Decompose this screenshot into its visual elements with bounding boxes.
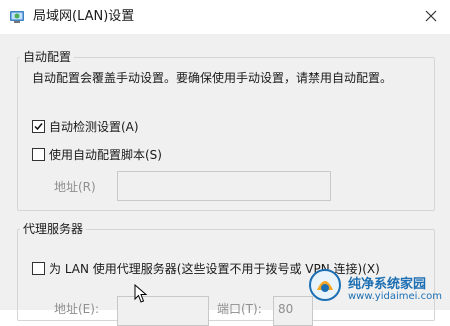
script-address-input[interactable] [117,171,331,201]
close-button[interactable] [417,3,445,29]
checkmark-icon [34,123,43,131]
proxy-address-label: 地址(E): [54,302,99,316]
auto-config-description: 自动配置会覆盖手动设置。要确保使用手动设置，请禁用自动配置。 [32,71,393,85]
watermark-logo-icon [309,269,341,301]
window-title: 局域网(LAN)设置 [33,9,135,24]
network-globe-icon [10,11,24,23]
auto-config-group-title: 自动配置 [20,50,75,64]
auto-detect-checkbox[interactable] [32,120,45,133]
close-icon [425,10,437,22]
proxy-port-input[interactable]: 80 [273,296,313,326]
auto-detect-label[interactable]: 自动检测设置(A) [49,120,139,134]
proxy-address-input[interactable] [117,296,209,326]
proxy-group-title: 代理服务器 [20,222,87,236]
use-script-label[interactable]: 使用自动配置脚本(S) [49,148,162,162]
watermark-title: 纯净系统家园 [348,277,427,292]
use-script-checkbox[interactable] [32,148,45,161]
watermark-url: www.yidaimei.com [348,291,442,302]
proxy-port-label: 端口(T): [217,302,262,316]
mouse-pointer-icon [134,284,148,303]
title-bar: 局域网(LAN)设置 [0,0,450,34]
use-proxy-checkbox[interactable] [32,262,45,275]
script-address-label: 地址(R) [54,180,96,194]
